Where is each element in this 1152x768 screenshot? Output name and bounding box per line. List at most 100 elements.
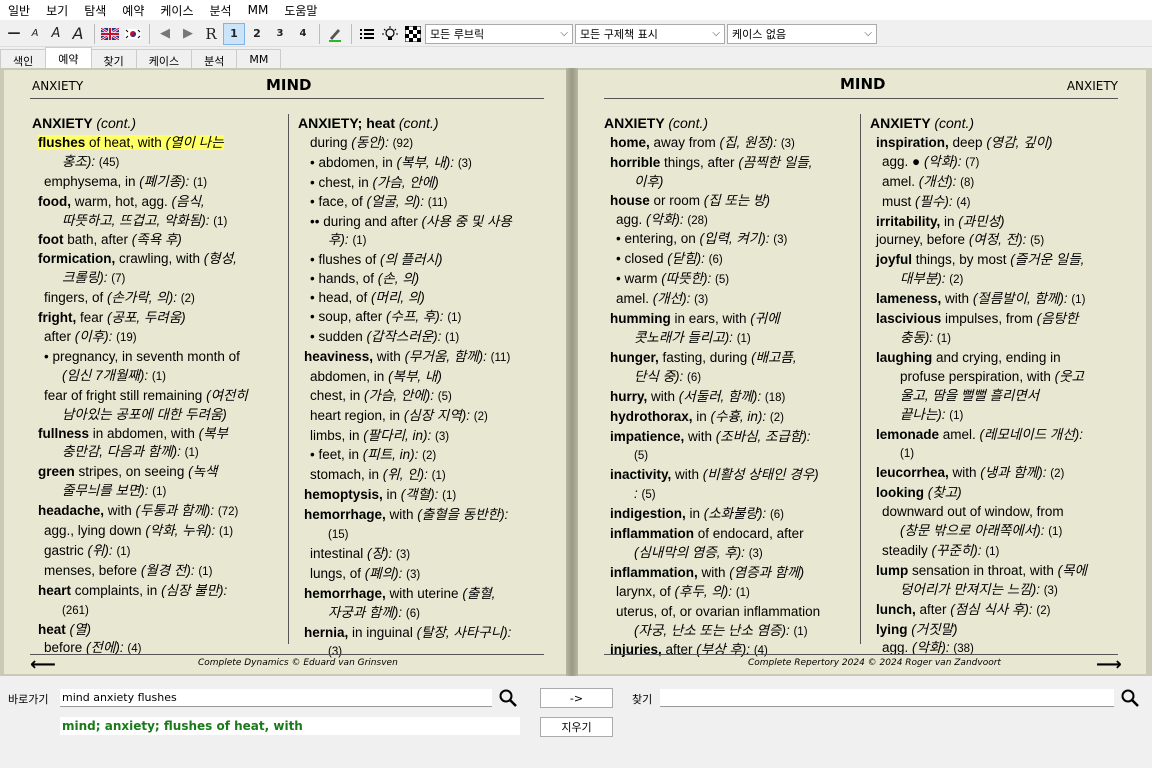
rubric-entry[interactable]: formication, crawling, with (형성, [32,250,282,269]
rubric-entry[interactable]: (1) [870,444,1132,464]
grid-pattern-icon[interactable] [402,23,424,45]
find-input[interactable] [660,689,1114,707]
rubric-entry[interactable]: gastric (위): (1) [32,542,282,562]
rubric-entry[interactable]: • abdomen, in (복부, 내): (3) [298,154,558,174]
rubric-entry[interactable]: profuse perspiration, with (웃고 [870,368,1132,387]
menu-item[interactable]: 일반 [0,2,38,19]
rubric-entry[interactable]: 충동): (1) [870,329,1132,349]
rubric-entry[interactable]: emphysema, in (폐기종): (1) [32,173,282,193]
find-search-icon[interactable] [1120,688,1142,710]
clear-button[interactable]: 지우기 [540,717,613,737]
rubric-entry[interactable]: laughing and crying, ending in [870,349,1132,368]
rubric-entry[interactable]: 크롤링): (7) [32,269,282,289]
rubric-entry[interactable]: heaviness, with (무거움, 함께): (11) [298,348,558,368]
list-icon[interactable] [356,23,378,45]
rubric-entry[interactable]: joyful things, by most (즐거운 일들, [870,251,1132,270]
rubric-entry[interactable]: hunger, fasting, during (배고픔, [604,349,856,368]
font-size-small-button[interactable]: A [25,23,45,45]
rubric-entry[interactable]: house or room (집 또는 방) [604,192,856,211]
rubric-entry[interactable]: foot bath, after (족욕 후) [32,231,282,250]
menu-item[interactable]: 도움말 [276,2,325,19]
rubric-entry[interactable]: 대부분): (2) [870,270,1132,290]
rubric-entry[interactable]: inactivity, with (비활성 상태인 경우) [604,466,856,485]
rubric-entry[interactable]: 끝나는): (1) [870,406,1132,426]
rubric-entry[interactable]: • face, of (얼굴, 의): (11) [298,193,558,213]
rubric-entry[interactable]: 따뜻하고, 뜨겁고, 악화됨): (1) [32,212,282,232]
rubric-entry[interactable]: 울고, 땀을 뻘뻘 흘리면서 [870,387,1132,406]
menu-item[interactable]: 케이스 [152,2,201,19]
forward-arrow-icon[interactable]: ▶ [177,23,199,45]
rubric-entry[interactable]: during (동안): (92) [298,134,558,154]
rubric-entry[interactable]: • chest, in (가슴, 안에) [298,174,558,193]
rubric-entry[interactable]: green stripes, on seeing (녹색 [32,463,282,482]
menu-item[interactable]: 탐색 [76,2,114,19]
rubric-entry[interactable]: inflammation, with (염증과 함께) [604,564,856,583]
rubric-entry[interactable]: menses, before (월경 전): (1) [32,562,282,582]
rubric-entry[interactable]: amel. (개선): (8) [870,173,1132,193]
rubric-entry[interactable]: hydrothorax, in (수흉, in): (2) [604,408,856,428]
rubric-entry[interactable]: (창문 밖으로 아래쪽에서): (1) [870,522,1132,542]
rubric-entry[interactable]: 줄무늬를 보면): (1) [32,482,282,502]
korean-flag-icon[interactable] [122,23,144,45]
rubric-entry[interactable]: • hands, of (손, 의) [298,270,558,289]
rubric-entry[interactable]: before (전에): (4) [32,639,282,659]
rubric-entry[interactable]: must (필수): (4) [870,193,1132,213]
repertory-r-button[interactable]: R [200,23,222,45]
rubric-entry[interactable]: agg. (악화): (28) [604,211,856,231]
rubric-entry[interactable]: fright, fear (공포, 두려움) [32,309,282,328]
rubric-entry[interactable]: heat (열) [32,621,282,640]
rubric-entry[interactable]: inspiration, deep (영감, 깊이) [870,134,1132,153]
rubric-entry[interactable]: •• during and after (사용 중 및 사용 [298,213,558,232]
lightbulb-icon[interactable] [379,23,401,45]
rubric-entry[interactable]: amel. (개선): (3) [604,290,856,310]
rubric-entry[interactable]: fear of fright still remaining (여전히 [32,387,282,406]
rubric-entry[interactable]: fullness in abdomen, with (복부 [32,425,282,444]
rubric-entry[interactable]: 콧노래가 들리고): (1) [604,329,856,349]
rubric-entry[interactable]: (심내막의 염증, 후): (3) [604,544,856,564]
rubric-entry[interactable]: • soup, after (수프, 후): (1) [298,308,558,328]
rubric-entry[interactable]: lemonade amel. (레모네이드 개선): [870,426,1132,445]
rubric-entry[interactable]: looking (찾고) [870,484,1132,503]
next-page-arrow-icon[interactable]: ⟶ [1096,654,1122,675]
rubric-entry[interactable]: • warm (따뜻한): (5) [604,270,856,290]
rubric-entry[interactable]: intestinal (장): (3) [298,545,558,565]
case-dropdown[interactable]: 케이스 없음 ⌵ [727,23,877,44]
highlighter-icon[interactable] [324,23,346,45]
rubric-entry[interactable]: chest, in (가슴, 안에): (5) [298,387,558,407]
tab-find[interactable]: 찾기 [90,49,137,68]
rubric-entry[interactable]: uterus, of, or ovarian inflammation [604,603,856,622]
rubric-entry[interactable]: abdomen, in (복부, 내) [298,368,558,387]
rubric-entry[interactable]: lying (거짓말) [870,621,1132,640]
tab-case[interactable]: 케이스 [135,49,193,68]
menu-item[interactable]: 분석 [202,2,240,19]
rubric-entry[interactable]: 덩어리가 만져지는 느낌): (3) [870,581,1132,601]
rubric-entry[interactable]: home, away from (집, 원정): (3) [604,134,856,154]
rubric-entry[interactable]: inflammation of endocard, after [604,525,856,544]
rubric-entry[interactable]: • entering, on (입력, 켜기): (3) [604,230,856,250]
rubric-entry[interactable]: hurry, with (서둘러, 함께): (18) [604,388,856,408]
rubric-entry[interactable]: irritability, in (과민성) [870,213,1132,232]
rubric-entry[interactable]: limbs, in (팔다리, in): (3) [298,427,558,447]
rubric-entry[interactable]: • pregnancy, in seventh month of [32,348,282,367]
level-2-button[interactable]: 2 [246,23,268,45]
rubric-entry[interactable]: 후): (1) [298,231,558,251]
rubric-entry[interactable]: • head, of (머리, 의) [298,289,558,308]
rubric-entry[interactable]: 이후) [604,173,856,192]
rubric-entry[interactable]: 충만감, 다음과 함께): (1) [32,443,282,463]
font-size-large-button[interactable]: A [67,23,89,45]
rubric-entry[interactable]: hemorrhage, with uterine (출혈, [298,585,558,604]
rubric-entry[interactable]: • sudden (갑작스러운): (1) [298,328,558,348]
rubrics-dropdown[interactable]: 모든 루브릭 ⌵ [425,23,573,44]
rubric-entry[interactable]: downward out of window, from [870,503,1132,522]
rubric-entry[interactable]: 남아있는 공포에 대한 두려움) [32,406,282,425]
rubric-entry[interactable]: (261) [32,601,282,621]
rubric-entry[interactable]: 단식 중): (6) [604,368,856,388]
rubric-entry[interactable]: impatience, with (조바심, 조급함): [604,428,856,447]
rubric-entry[interactable]: lump sensation in throat, with (목에 [870,562,1132,581]
rubric-entry[interactable]: headache, with (두통과 함께): (72) [32,502,282,522]
menu-item[interactable]: 예약 [114,2,152,19]
rubric-entry[interactable]: horrible things, after (끔찍한 일들, [604,154,856,173]
english-flag-icon[interactable] [99,23,121,45]
tab-analysis[interactable]: 분석 [191,49,238,68]
rubric-entry[interactable]: fingers, of (손가락, 의): (2) [32,289,282,309]
